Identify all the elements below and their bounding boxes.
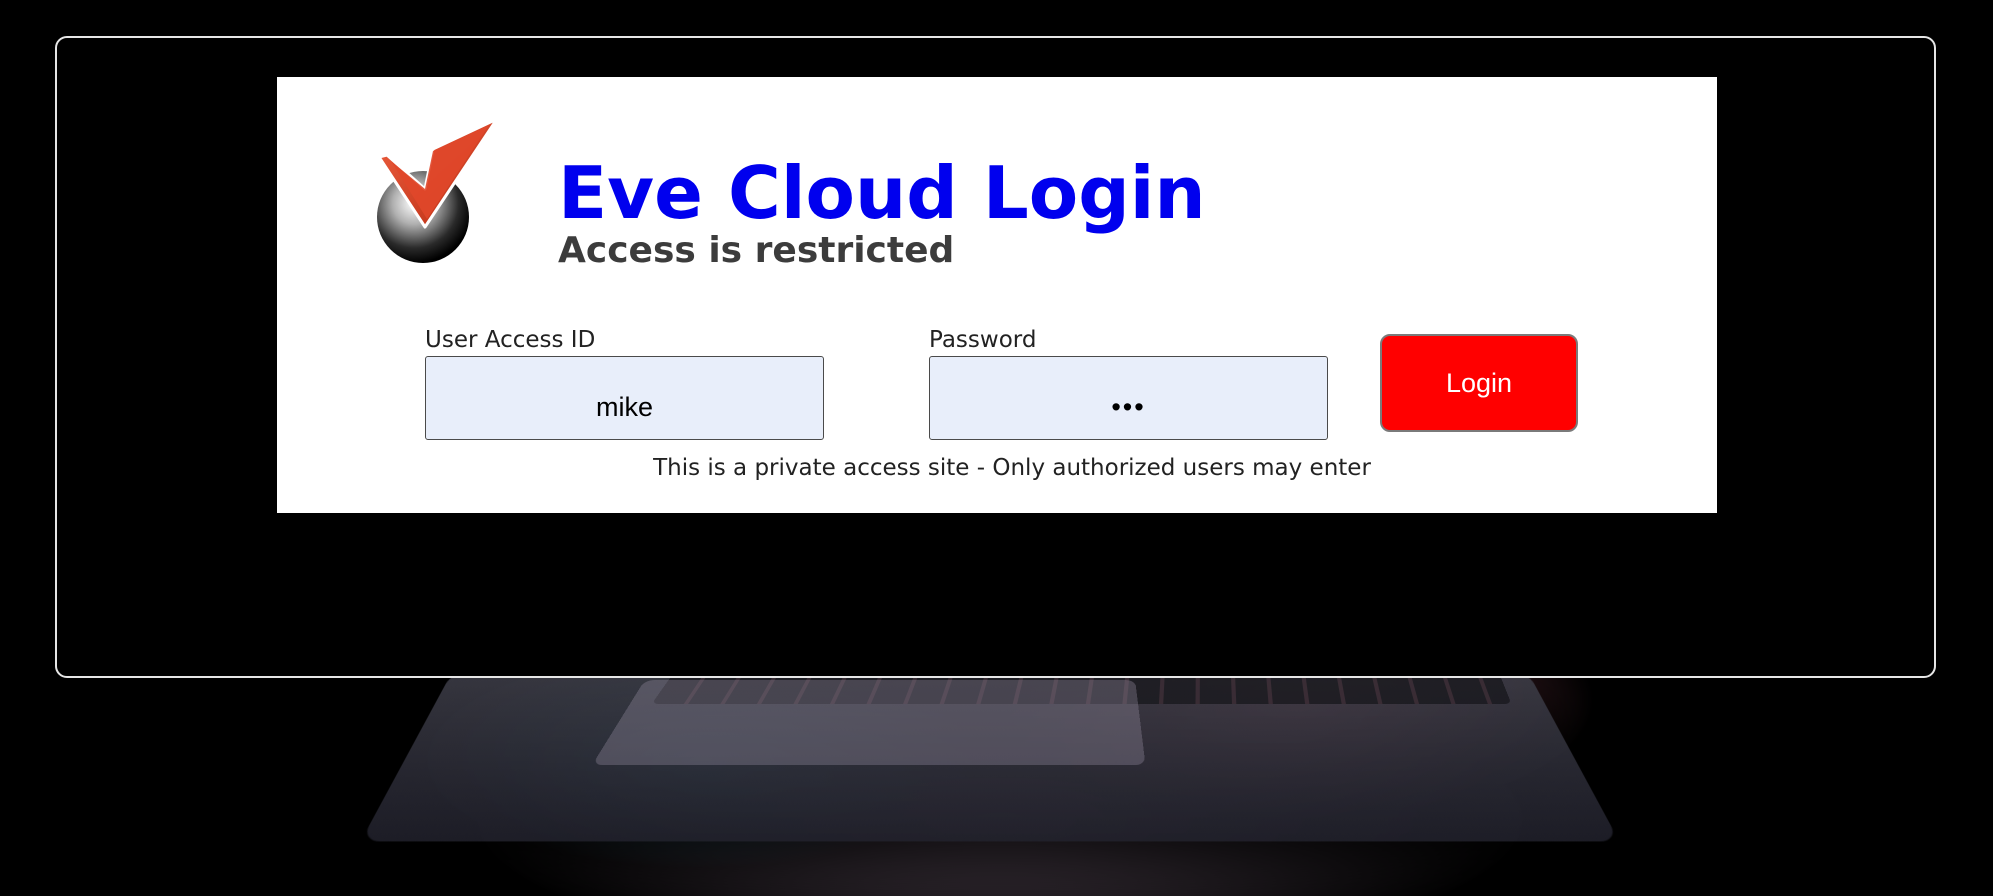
page-title: Eve Cloud Login	[558, 151, 1206, 235]
password-label: Password	[929, 327, 1037, 353]
login-panel: Eve Cloud Login Access is restricted Use…	[277, 77, 1717, 513]
laptop-trackpad	[591, 679, 1146, 766]
user-id-label: User Access ID	[425, 327, 596, 353]
login-button[interactable]: Login	[1380, 334, 1578, 432]
user-id-input[interactable]	[425, 356, 824, 440]
password-input[interactable]	[929, 356, 1328, 440]
checkmark-logo-icon	[377, 117, 507, 269]
private-access-notice: This is a private access site - Only aut…	[653, 455, 1371, 481]
page-subtitle: Access is restricted	[558, 230, 955, 271]
